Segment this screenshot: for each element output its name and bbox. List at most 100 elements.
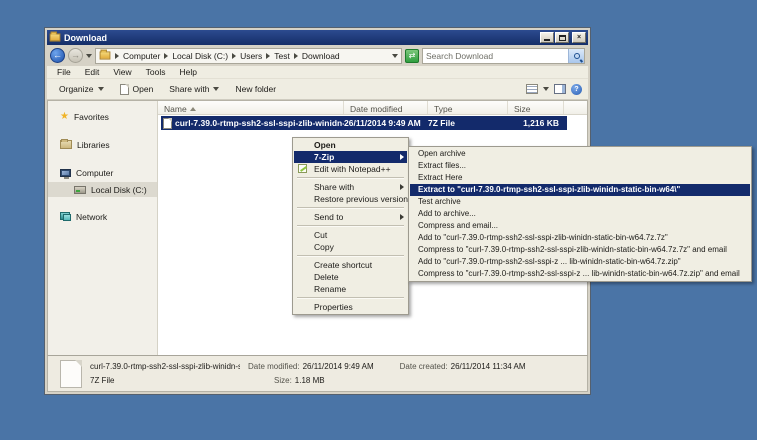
details-name-block: curl-7.39.0-rtmp-ssh2-ssl-sspi-zlib-wini…	[90, 360, 240, 385]
sidebar-item-local-disk[interactable]: Local Disk (C:)	[48, 182, 157, 197]
context-menu-item-7zip[interactable]: 7-Zip	[294, 151, 407, 163]
size-label: Size:	[274, 376, 292, 385]
submenu-item-open-archive[interactable]: Open archive	[410, 148, 750, 160]
sidebar-item-favorites[interactable]: ★ Favorites	[48, 109, 157, 124]
breadcrumb[interactable]: Computer Local Disk (C:) Users Test Down…	[95, 48, 402, 64]
refresh-button[interactable]: ⇄	[405, 49, 419, 63]
menu-item-label: Send to	[314, 212, 343, 222]
history-dropdown-icon[interactable]	[86, 54, 92, 58]
submenu-item-extract-here[interactable]: Extract Here	[410, 172, 750, 184]
menu-item-label: Cut	[314, 230, 327, 240]
context-menu-item-open[interactable]: Open	[294, 139, 407, 151]
menu-item-label: Add to "curl-7.39.0-rtmp-ssh2-ssl-sspi-z…	[418, 233, 668, 242]
menu-item-label: Test archive	[418, 197, 461, 206]
menu-edit[interactable]: Edit	[79, 67, 106, 77]
disk-icon	[74, 186, 86, 194]
column-header-name[interactable]: Name	[158, 101, 344, 114]
submenu-item-compress-and-email[interactable]: Compress and email...	[410, 220, 750, 232]
context-menu-item-send-to[interactable]: Send to	[294, 211, 407, 223]
share-with-button[interactable]: Share with	[163, 82, 225, 96]
context-menu-item-create-shortcut[interactable]: Create shortcut	[294, 259, 407, 271]
context-menu-item-rename[interactable]: Rename	[294, 283, 407, 295]
open-button[interactable]: Open	[114, 82, 160, 97]
details-size: Size: 1.18 MB	[274, 376, 374, 385]
breadcrumb-arrow-icon	[164, 53, 168, 59]
breadcrumb-item-test[interactable]: Test	[274, 51, 290, 61]
context-menu-item-edit-notepadpp[interactable]: Edit with Notepad++	[294, 163, 407, 175]
titlebar[interactable]: Download ×	[47, 30, 588, 45]
context-menu-item-share-with[interactable]: Share with	[294, 181, 407, 193]
new-folder-button[interactable]: New folder	[229, 82, 282, 96]
menu-file[interactable]: File	[51, 67, 77, 77]
breadcrumb-folder-icon	[100, 51, 111, 59]
submenu-item-test-archive[interactable]: Test archive	[410, 196, 750, 208]
context-menu-item-restore-previous-versions[interactable]: Restore previous versions	[294, 193, 407, 205]
column-header-date-modified[interactable]: Date modified	[344, 101, 428, 114]
context-menu-item-cut[interactable]: Cut	[294, 229, 407, 241]
breadcrumb-item-users[interactable]: Users	[240, 51, 262, 61]
search-icon	[574, 53, 580, 59]
column-header-type[interactable]: Type	[428, 101, 508, 114]
toolbar-right-group: ?	[526, 84, 582, 95]
close-button[interactable]: ×	[572, 32, 586, 43]
breadcrumb-arrow-icon	[294, 53, 298, 59]
document-icon	[120, 84, 129, 95]
minimize-button[interactable]	[540, 32, 554, 43]
organize-button[interactable]: Organize	[53, 82, 110, 96]
submenu-item-add-to-archive[interactable]: Add to archive...	[410, 208, 750, 220]
submenu-item-compress-to-7z-email[interactable]: Compress to "curl-7.39.0-rtmp-ssh2-ssl-s…	[410, 244, 750, 256]
column-header-size[interactable]: Size	[508, 101, 564, 114]
breadcrumb-arrow-icon	[115, 53, 119, 59]
submenu-item-extract-to[interactable]: Extract to "curl-7.39.0-rtmp-ssh2-ssl-ss…	[410, 184, 750, 196]
menu-item-label: Properties	[314, 302, 353, 312]
submenu-item-compress-to-zip-email[interactable]: Compress to "curl-7.39.0-rtmp-ssh2-ssl-s…	[410, 268, 750, 280]
maximize-button[interactable]	[555, 32, 569, 43]
new-folder-label: New folder	[235, 84, 276, 94]
forward-icon: →	[71, 51, 80, 60]
context-menu-item-delete[interactable]: Delete	[294, 271, 407, 283]
forward-button[interactable]: →	[68, 48, 83, 63]
breadcrumb-item-download[interactable]: Download	[302, 51, 340, 61]
sidebar-item-libraries[interactable]: Libraries	[48, 137, 157, 152]
views-icon[interactable]	[526, 84, 538, 94]
file-row-selected[interactable]: curl-7.39.0-rtmp-ssh2-ssl-sspi-zlib-wini…	[161, 116, 567, 130]
sidebar-label: Local Disk (C:)	[91, 185, 147, 195]
column-label: Size	[514, 104, 531, 114]
help-button[interactable]: ?	[571, 84, 582, 95]
context-menu-item-properties[interactable]: Properties	[294, 301, 407, 313]
menu-item-label: Share with	[314, 182, 354, 192]
preview-pane-icon[interactable]	[554, 84, 566, 94]
menu-separator	[297, 255, 404, 257]
menu-help[interactable]: Help	[173, 67, 202, 77]
computer-icon	[60, 169, 71, 177]
breadcrumb-item-computer[interactable]: Computer	[123, 51, 160, 61]
submenu-arrow-icon	[400, 184, 404, 190]
sidebar-label: Libraries	[77, 140, 110, 150]
submenu-item-extract-files[interactable]: Extract files...	[410, 160, 750, 172]
column-header-blank[interactable]	[564, 101, 587, 114]
menu-tools[interactable]: Tools	[140, 67, 172, 77]
date-modified-label: Date modified:	[248, 362, 300, 371]
date-modified-value: 26/11/2014 9:49 AM	[303, 362, 374, 371]
submenu-item-add-to-zip[interactable]: Add to "curl-7.39.0-rtmp-ssh2-ssl-sspi-z…	[410, 256, 750, 268]
search-input[interactable]	[423, 51, 568, 61]
file-size-cell: 1,216 KB	[508, 118, 564, 128]
organize-dropdown-icon	[98, 87, 104, 91]
favorites-star-icon: ★	[60, 112, 69, 122]
file-type-cell: 7Z File	[428, 118, 508, 128]
breadcrumb-item-local-disk[interactable]: Local Disk (C:)	[172, 51, 228, 61]
search-button[interactable]	[568, 49, 584, 63]
address-dropdown-icon[interactable]	[392, 54, 398, 58]
menu-view[interactable]: View	[107, 67, 137, 77]
submenu-item-add-to-7z[interactable]: Add to "curl-7.39.0-rtmp-ssh2-ssl-sspi-z…	[410, 232, 750, 244]
details-file-name: curl-7.39.0-rtmp-ssh2-ssl-sspi-zlib-wini…	[90, 362, 240, 371]
size-value: 1.18 MB	[295, 376, 325, 385]
details-dates-block: Date modified: 26/11/2014 9:49 AM Size: …	[248, 360, 374, 385]
back-button[interactable]: ←	[50, 48, 65, 63]
context-menu-item-copy[interactable]: Copy	[294, 241, 407, 253]
sidebar-item-computer[interactable]: Computer	[48, 165, 157, 180]
column-label: Date modified	[350, 104, 402, 114]
maximize-icon	[559, 35, 566, 41]
views-dropdown-icon[interactable]	[543, 87, 549, 91]
sidebar-item-network[interactable]: Network	[48, 209, 157, 224]
